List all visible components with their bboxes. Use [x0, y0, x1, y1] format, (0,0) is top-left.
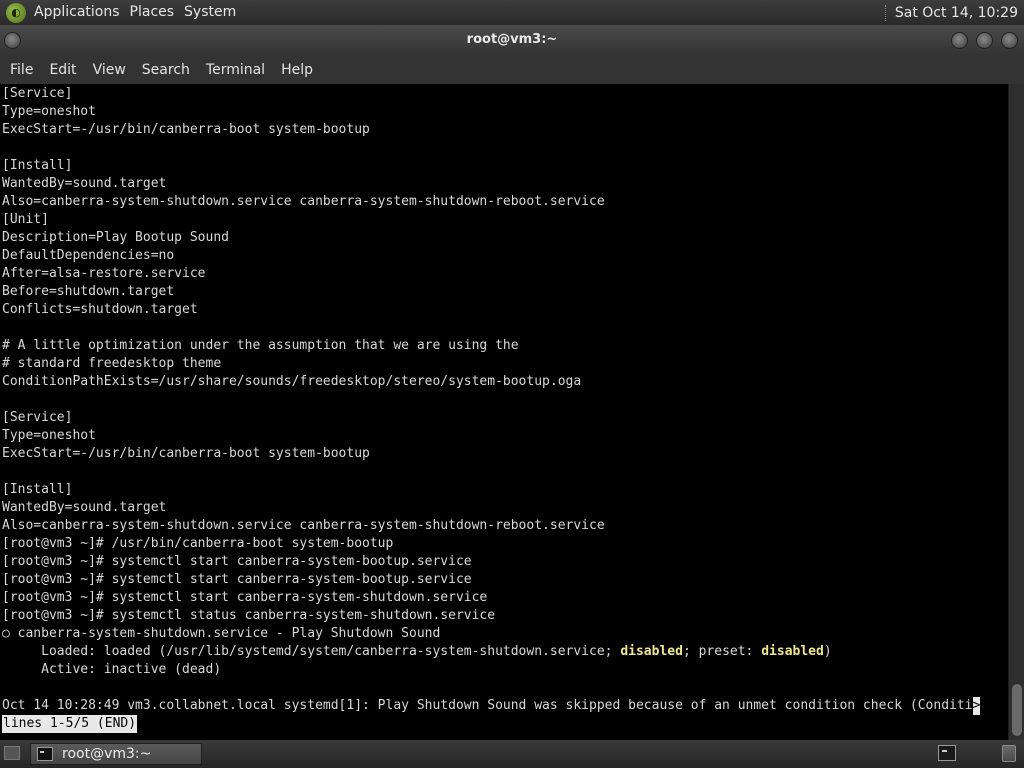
terminal-line: WantedBy=sound.target: [2, 176, 167, 191]
close-button[interactable]: [1001, 32, 1018, 49]
taskbar-window-label: root@vm3:~: [62, 746, 152, 762]
terminal-line: [Service]: [2, 86, 73, 101]
terminal-line: # A little optimization under the assump…: [2, 338, 519, 353]
terminal-line: Also=canberra-system-shutdown.service ca…: [2, 194, 605, 209]
terminal-line: [Unit]: [2, 212, 49, 227]
clock[interactable]: Sat Oct 14, 10:29: [895, 5, 1024, 21]
top-panel: ◐ Applications Places System Sat Oct 14,…: [0, 0, 1024, 25]
terminal-line: [Install]: [2, 482, 73, 497]
terminal-line: Conflicts=shutdown.target: [2, 302, 198, 317]
menu-view[interactable]: View: [85, 56, 134, 84]
terminal-line: After=alsa-restore.service: [2, 266, 206, 281]
window-title: root@vm3:~: [466, 32, 558, 47]
window-title-bar[interactable]: root@vm3:~: [0, 25, 1024, 56]
taskbar-window-button[interactable]: root@vm3:~: [30, 743, 202, 765]
terminal-line: [root@vm3 ~]# systemctl status canberra-…: [2, 608, 496, 623]
menu-terminal[interactable]: Terminal: [198, 56, 273, 84]
maximize-button[interactable]: [976, 32, 993, 49]
terminal-line: ExecStart=-/usr/bin/canberra-boot system…: [2, 446, 370, 461]
menu-help[interactable]: Help: [273, 56, 321, 84]
terminal-line: Also=canberra-system-shutdown.service ca…: [2, 518, 605, 533]
menu-search[interactable]: Search: [134, 56, 198, 84]
preset-state: disabled: [761, 644, 824, 659]
distro-logo-icon[interactable]: ◐: [6, 2, 26, 23]
journal-log-text: Oct 14 10:28:49 vm3.collabnet.local syst…: [2, 698, 973, 713]
loaded-mid: ; preset:: [682, 644, 762, 659]
loaded-suffix: ): [823, 644, 832, 659]
terminal-icon: [37, 747, 53, 761]
pager-status-line[interactable]: lines 1-5/5 (END): [2, 715, 1008, 733]
applications-menu[interactable]: Applications: [32, 0, 128, 25]
menu-file[interactable]: File: [2, 56, 41, 84]
terminal-line: Description=Play Bootup Sound: [2, 230, 229, 245]
terminal-line: [Service]: [2, 410, 73, 425]
show-desktop-icon[interactable]: [4, 746, 20, 760]
trash-icon[interactable]: [1002, 745, 1016, 762]
panel-separator: [884, 4, 887, 21]
minimize-button[interactable]: [951, 32, 968, 49]
terminal-line: ConditionPathExists=/usr/share/sounds/fr…: [2, 374, 582, 389]
terminal-line: # standard freedesktop theme: [2, 356, 222, 371]
terminal-line: ExecStart=-/usr/bin/canberra-boot system…: [2, 122, 370, 137]
terminal-scrollbar[interactable]: [1008, 84, 1024, 740]
places-menu[interactable]: Places: [128, 0, 183, 25]
service-active-line: Active: inactive (dead): [2, 662, 222, 677]
terminal-line: Before=shutdown.target: [2, 284, 175, 299]
terminal-line: Type=oneshot: [2, 104, 96, 119]
terminal-line: [root@vm3 ~]# /usr/bin/canberra-boot sys…: [2, 536, 394, 551]
loaded-prefix: Loaded: loaded (/usr/lib/systemd/system/…: [2, 644, 621, 659]
line-truncated-marker: >: [972, 697, 981, 715]
scrollbar-thumb[interactable]: [1012, 684, 1022, 736]
journal-log-line: Oct 14 10:28:49 vm3.collabnet.local syst…: [2, 697, 1008, 715]
terminal-menu-bar: File Edit View Search Terminal Help: [0, 56, 1024, 84]
terminal-line: [root@vm3 ~]# systemctl start canberra-s…: [2, 572, 472, 587]
pager-status: lines 1-5/5 (END): [2, 715, 138, 733]
system-menu[interactable]: System: [182, 0, 244, 25]
terminal-line: Type=oneshot: [2, 428, 96, 443]
service-status-header: ○ canberra-system-shutdown.service - Pla…: [2, 626, 441, 641]
service-loaded-line: Loaded: loaded (/usr/lib/systemd/system/…: [2, 643, 1008, 661]
terminal-line: DefaultDependencies=no: [2, 248, 175, 263]
bottom-panel: root@vm3:~: [0, 740, 1024, 768]
terminal-output[interactable]: [Service] Type=oneshot ExecStart=-/usr/b…: [0, 84, 1008, 740]
terminal-line: [root@vm3 ~]# systemctl start canberra-s…: [2, 590, 488, 605]
enabled-state: disabled: [620, 644, 683, 659]
terminal-line: [Install]: [2, 158, 73, 173]
menu-edit[interactable]: Edit: [41, 56, 84, 84]
workspace-switcher-icon[interactable]: [938, 745, 956, 761]
terminal-line: WantedBy=sound.target: [2, 500, 167, 515]
terminal-line: [root@vm3 ~]# systemctl start canberra-s…: [2, 554, 472, 569]
